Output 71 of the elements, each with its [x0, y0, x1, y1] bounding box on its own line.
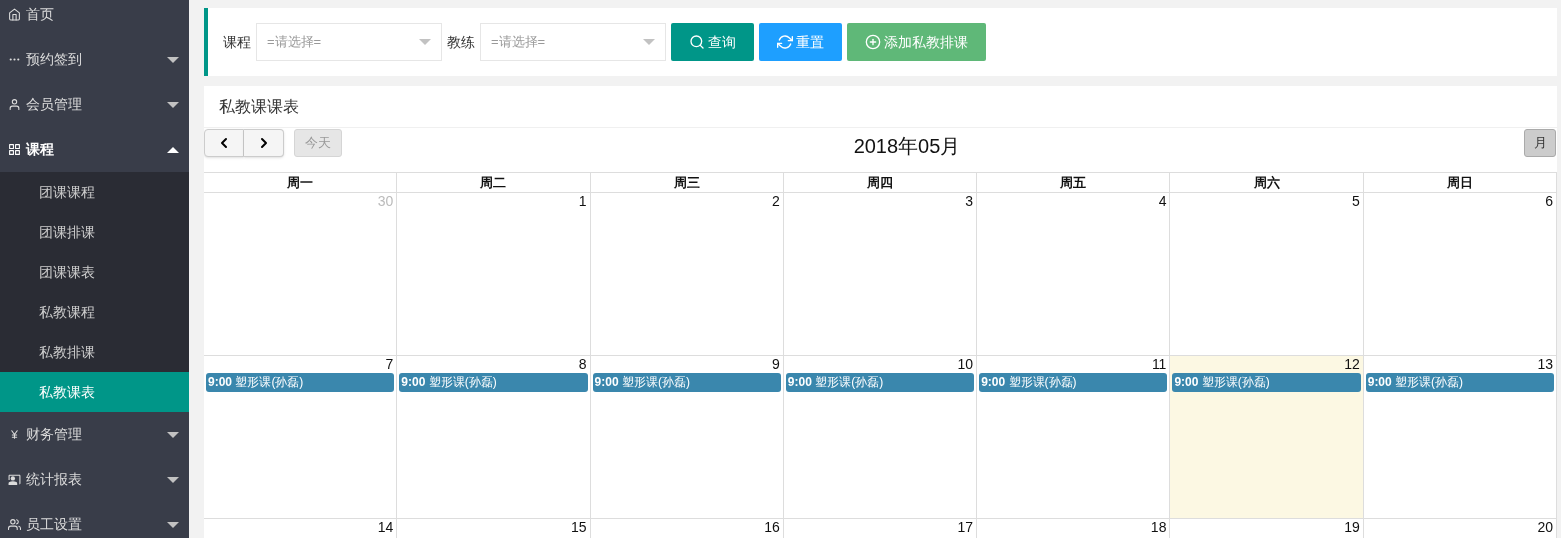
sidebar-item[interactable]: 财务管理: [0, 412, 189, 457]
month-title: 2018年05月: [853, 134, 961, 159]
caret-down-icon: [167, 431, 179, 438]
caret-up-icon: [167, 146, 179, 153]
day-number: 17: [957, 520, 974, 535]
next-button[interactable]: [244, 129, 284, 157]
day-number: 12: [1344, 357, 1360, 372]
calendar-event[interactable]: 9:00 塑形课(孙磊): [979, 373, 1168, 392]
month-view-button[interactable]: 月: [1524, 129, 1556, 157]
filter-label: 课程: [223, 32, 251, 52]
day-number: 15: [571, 520, 587, 535]
submenu-item[interactable]: 私教排课: [0, 332, 189, 372]
day-number: 9: [772, 357, 780, 372]
reset-button[interactable]: 重置: [759, 23, 842, 61]
day-number: 6: [1545, 194, 1553, 209]
day-number: 3: [965, 194, 974, 209]
day-number: 11: [1151, 357, 1167, 372]
calendar-event[interactable]: 9:00 塑形课(孙磊): [399, 373, 588, 392]
search-icon: [689, 34, 705, 50]
day-number: 13: [1537, 357, 1553, 372]
day-number: 30: [377, 194, 394, 209]
sidebar-item[interactable]: 首页: [0, 0, 189, 37]
calendar-event[interactable]: 9:00 塑形课(孙磊): [1365, 373, 1554, 392]
day-number: 14: [377, 520, 394, 535]
caret-down-icon: [643, 39, 655, 45]
sidebar-item[interactable]: 统计报表: [0, 457, 189, 502]
day-number: 2: [772, 194, 780, 209]
day-number: 18: [1150, 520, 1167, 535]
caret-down-icon: [167, 476, 179, 483]
day-number: 10: [957, 357, 974, 372]
sidebar-item[interactable]: 员工设置: [0, 502, 189, 538]
caret-down-icon: [167, 101, 179, 108]
day-number: 4: [1158, 194, 1167, 209]
today-button[interactable]: 今天: [294, 129, 342, 157]
day-number: 1: [578, 194, 587, 209]
sidebar-item[interactable]: 预约签到: [0, 37, 189, 82]
day-number: 8: [578, 357, 587, 372]
panel-title: 私教课课表: [204, 86, 1557, 128]
filter-label: 教练: [447, 32, 475, 52]
search-button[interactable]: 查询: [671, 23, 754, 61]
submenu-item[interactable]: 团课课表: [0, 252, 189, 292]
yen-icon: [8, 428, 21, 441]
add-button[interactable]: 添加私教排课: [847, 23, 986, 61]
calendar-event[interactable]: 9:00 塑形课(孙磊): [785, 373, 975, 392]
calendar-event[interactable]: 9:00 塑形课(孙磊): [206, 373, 395, 392]
plus-circle-icon: [865, 34, 881, 50]
user-icon: [8, 98, 21, 111]
caret-down-icon: [167, 56, 179, 63]
day-number: 20: [1537, 520, 1553, 535]
previous-button[interactable]: [204, 129, 244, 157]
select-field[interactable]: =请选择=: [480, 23, 666, 61]
sidebar-item[interactable]: 会员管理: [0, 82, 189, 127]
refresh-icon: [777, 34, 793, 50]
home-icon: [8, 8, 21, 21]
submenu-item[interactable]: 私教课表: [0, 372, 189, 412]
submenu-item[interactable]: 团课课程: [0, 172, 189, 212]
submenu-item[interactable]: 私教课程: [0, 292, 189, 332]
day-number: 19: [1344, 520, 1360, 535]
select-field[interactable]: =请选择=: [256, 23, 442, 61]
users-icon: [8, 518, 21, 531]
calendar-event[interactable]: 9:00 塑形课(孙磊): [592, 373, 781, 392]
submenu-item[interactable]: 团课排课: [0, 212, 189, 252]
caret-down-icon: [419, 39, 431, 45]
sidebar-item[interactable]: 课程: [0, 127, 189, 172]
caret-down-icon: [167, 521, 179, 528]
grid-icon: [8, 143, 21, 156]
day-number: 7: [385, 357, 394, 372]
day-number: 5: [1351, 194, 1360, 209]
calendar-event[interactable]: 9:00 塑形课(孙磊): [1172, 373, 1361, 392]
day-number: 16: [764, 520, 780, 535]
presentation-icon: [8, 473, 21, 486]
